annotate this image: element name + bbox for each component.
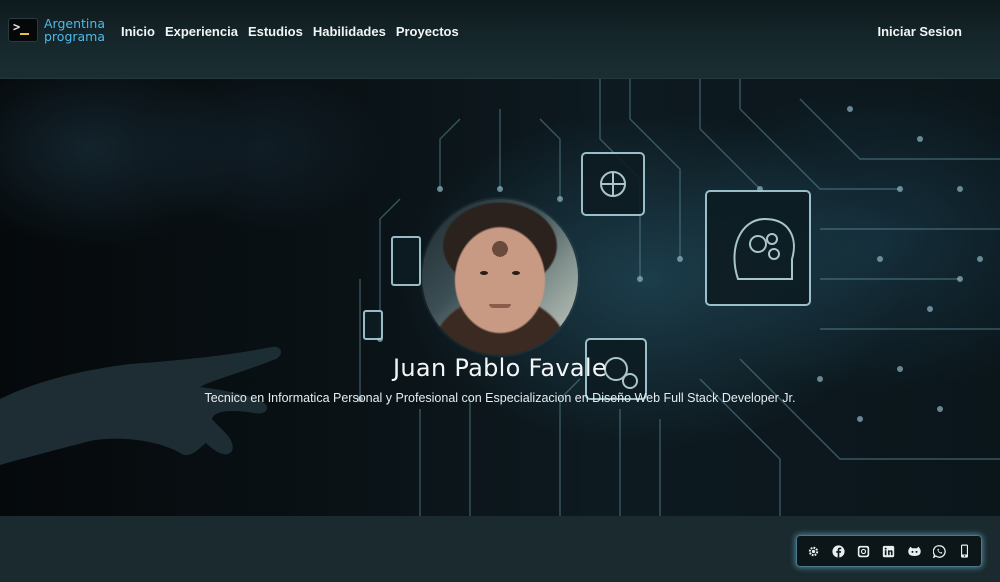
nav-item-habilidades[interactable]: Habilidades <box>313 24 386 39</box>
gear-icon[interactable] <box>806 543 822 559</box>
nav-item-experiencia[interactable]: Experiencia <box>165 24 238 39</box>
navbar: > Argentina programa Inicio Experiencia … <box>0 0 1000 79</box>
phone-icon[interactable] <box>956 543 972 559</box>
terminal-prompt-icon: > <box>8 18 38 42</box>
hero-description: Tecnico en Informatica Personal y Profes… <box>204 391 796 405</box>
brand-link[interactable]: > Argentina programa <box>8 17 105 43</box>
linkedin-icon[interactable] <box>881 543 897 559</box>
github-icon[interactable] <box>906 543 922 559</box>
nav-menu: Inicio Experiencia Estudios Habilidades … <box>121 24 459 39</box>
whatsapp-icon[interactable] <box>931 543 947 559</box>
hero-name: Juan Pablo Favale <box>393 354 607 382</box>
hero-banner: Juan Pablo Favale Tecnico en Informatica… <box>0 79 1000 516</box>
nav-item-estudios[interactable]: Estudios <box>248 24 303 39</box>
login-link[interactable]: Iniciar Sesion <box>877 24 962 39</box>
facebook-icon[interactable] <box>831 543 847 559</box>
brand-line-2: programa <box>44 29 106 44</box>
social-links-bar <box>797 536 981 566</box>
brand-name: Argentina programa <box>44 17 105 43</box>
profile-photo <box>422 199 578 355</box>
instagram-icon[interactable] <box>856 543 872 559</box>
nav-item-inicio[interactable]: Inicio <box>121 24 155 39</box>
nav-item-proyectos[interactable]: Proyectos <box>396 24 459 39</box>
